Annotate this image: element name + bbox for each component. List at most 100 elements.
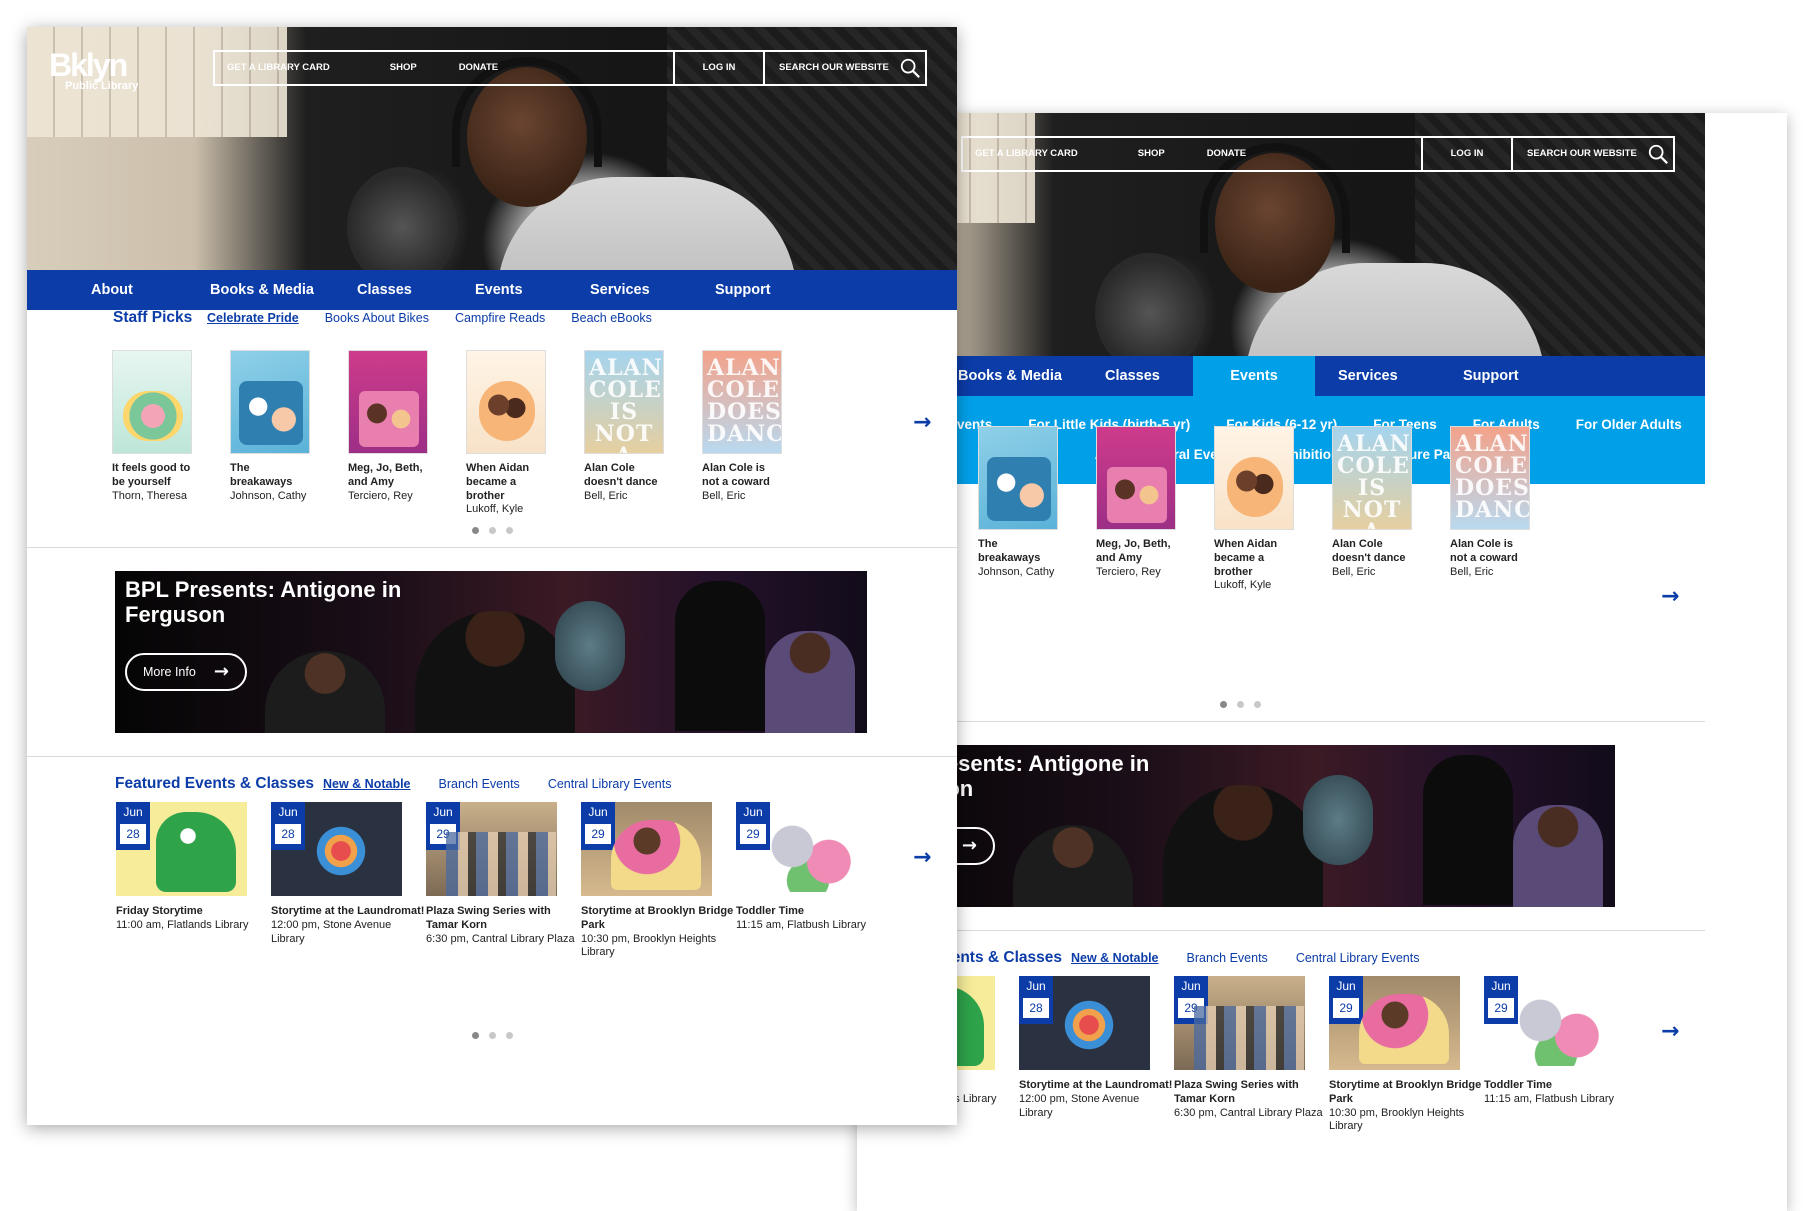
book-cover[interactable] bbox=[466, 350, 546, 454]
carousel-dot[interactable] bbox=[489, 1032, 496, 1039]
event-card[interactable]: Jun 29 Toddler Time 11:15 am, Flatbush Libr… bbox=[736, 802, 891, 960]
book-cover[interactable] bbox=[348, 350, 428, 454]
subnav-item[interactable]: For Older Adults bbox=[1576, 418, 1682, 432]
event-title[interactable]: Storytime at the Laundromat! bbox=[1019, 1079, 1174, 1093]
next-arrow-icon[interactable]: → bbox=[913, 847, 931, 869]
carousel-dot[interactable] bbox=[1254, 701, 1261, 708]
event-title[interactable]: Plaza Swing Series with Tamar Korn bbox=[1174, 1079, 1329, 1107]
book-cover[interactable] bbox=[112, 350, 192, 454]
next-arrow-icon[interactable]: → bbox=[1661, 1021, 1679, 1043]
event-title[interactable]: Friday Storytime bbox=[116, 905, 271, 919]
login-link[interactable]: LOG IN bbox=[1423, 138, 1513, 170]
event-card[interactable]: Jun 29 Storytime at Brooklyn Bridge Park 10… bbox=[581, 802, 736, 960]
nav-support[interactable]: Support bbox=[707, 270, 779, 310]
event-image[interactable]: Jun 29 bbox=[426, 802, 557, 896]
featured-tab[interactable]: New & Notable bbox=[1071, 952, 1159, 965]
carousel-dot[interactable] bbox=[1237, 701, 1244, 708]
carousel-dot[interactable] bbox=[506, 527, 513, 534]
book-item[interactable]: ALAN COLE IS NOT A COWARD Alan Cole doesn… bbox=[1332, 426, 1450, 593]
event-card[interactable]: Jun 28 Storytime at the Laundromat! 12:00 p… bbox=[271, 802, 426, 960]
book-item[interactable]: It feels good to be yourselfThorn, There… bbox=[112, 350, 230, 517]
featured-tab[interactable]: Branch Events bbox=[1187, 952, 1268, 965]
book-title[interactable]: Alan Cole is not a coward bbox=[1450, 538, 1530, 566]
book-cover[interactable] bbox=[230, 350, 310, 454]
book-title[interactable]: When Aidan became a brother bbox=[1214, 538, 1294, 579]
event-image[interactable]: Jun 29 bbox=[1174, 976, 1305, 1070]
book-title[interactable]: When Aidan became a brother bbox=[466, 462, 546, 503]
book-title[interactable]: Meg, Jo, Beth, and Amy bbox=[1096, 538, 1176, 566]
book-item[interactable]: ALAN COLE DOESN'T DANCE Alan Cole is not … bbox=[702, 350, 820, 517]
event-title[interactable]: Toddler Time bbox=[736, 905, 891, 919]
event-card[interactable]: Jun 29 Plaza Swing Series with Tamar Korn 6… bbox=[1174, 976, 1329, 1134]
book-cover[interactable] bbox=[1096, 426, 1176, 530]
event-card[interactable]: Jun 28 Storytime at the Laundromat! 12:00 p… bbox=[1019, 976, 1174, 1134]
book-cover[interactable]: ALAN COLE IS NOT A COWARD bbox=[584, 350, 664, 454]
event-image[interactable]: Jun 29 bbox=[1484, 976, 1615, 1070]
staff-picks-tab[interactable]: Campfire Reads bbox=[455, 312, 545, 325]
staff-picks-tab[interactable]: Books About Bikes bbox=[325, 312, 429, 325]
nav-services[interactable]: Services bbox=[582, 270, 658, 310]
book-item[interactable]: When Aidan became a brother Lukoff, Kyle bbox=[466, 350, 584, 517]
carousel-dot[interactable] bbox=[472, 527, 479, 534]
book-title[interactable]: Meg, Jo, Beth, and Amy bbox=[348, 462, 428, 490]
book-title[interactable]: It feels good to be yourself bbox=[112, 462, 192, 490]
search-button[interactable]: SEARCH OUR WEBSITE bbox=[765, 52, 925, 84]
carousel-dot[interactable] bbox=[489, 527, 496, 534]
nav-services[interactable]: Services bbox=[1330, 356, 1406, 396]
event-title[interactable]: Plaza Swing Series with Tamar Korn bbox=[426, 905, 581, 933]
event-card[interactable]: Jun 29 Storytime at Brooklyn Bridge Park 10… bbox=[1329, 976, 1484, 1134]
book-item[interactable]: Meg, Jo, Beth, and Amy Terciero, Rey bbox=[1096, 426, 1214, 593]
event-card[interactable]: Jun 28 Friday Storytime11:00 am, Flatlands… bbox=[116, 802, 271, 960]
carousel-dot[interactable] bbox=[472, 1032, 479, 1039]
book-item[interactable]: ALAN COLE DOESN'T DANCE Alan Cole is not … bbox=[1450, 426, 1568, 593]
logo[interactable]: Bklyn Public Library bbox=[49, 49, 138, 92]
book-title[interactable]: Alan Cole is not a coward bbox=[702, 462, 782, 490]
next-arrow-icon[interactable]: → bbox=[913, 412, 931, 434]
book-cover[interactable]: ALAN COLE DOESN'T DANCE bbox=[702, 350, 782, 454]
event-image[interactable]: Jun 28 bbox=[271, 802, 402, 896]
book-title[interactable]: Alan Cole doesn't dance bbox=[584, 462, 664, 490]
featured-tab[interactable]: Branch Events bbox=[439, 778, 520, 791]
event-image[interactable]: Jun 28 bbox=[1019, 976, 1150, 1070]
event-card[interactable]: Jun 29 Plaza Swing Series with Tamar Korn 6… bbox=[426, 802, 581, 960]
book-cover[interactable] bbox=[978, 426, 1058, 530]
promo-banner[interactable]: BPL Presents: Antigone in FergusonMore I… bbox=[863, 745, 1615, 907]
get-library-card-link[interactable]: GET A LIBRARY CARD bbox=[963, 138, 1078, 170]
book-item[interactable]: The breakaways Johnson, Cathy bbox=[978, 426, 1096, 593]
book-cover[interactable] bbox=[1214, 426, 1294, 530]
nav-books-media[interactable]: Books & Media bbox=[202, 270, 322, 310]
login-link[interactable]: LOG IN bbox=[675, 52, 765, 84]
book-item[interactable]: ALAN COLE IS NOT A COWARD Alan Cole doesn… bbox=[584, 350, 702, 517]
next-arrow-icon[interactable]: → bbox=[1661, 586, 1679, 608]
nav-events[interactable]: Events bbox=[467, 270, 531, 310]
book-cover[interactable]: ALAN COLE DOESN'T DANCE bbox=[1450, 426, 1530, 530]
featured-tab[interactable]: Central Library Events bbox=[1296, 952, 1420, 965]
book-item[interactable]: When Aidan became a brother Lukoff, Kyle bbox=[1214, 426, 1332, 593]
book-item[interactable]: The breakaways Johnson, Cathy bbox=[230, 350, 348, 517]
donate-link[interactable]: DONATE bbox=[1195, 138, 1246, 170]
event-image[interactable]: Jun 29 bbox=[736, 802, 867, 896]
nav-classes[interactable]: Classes bbox=[349, 270, 420, 310]
promo-banner[interactable]: BPL Presents: Antigone in FergusonMore I… bbox=[115, 571, 867, 733]
event-title[interactable]: Storytime at the Laundromat! bbox=[271, 905, 426, 919]
search-button[interactable]: SEARCH OUR WEBSITE bbox=[1513, 138, 1673, 170]
event-card[interactable]: Jun 29 Toddler Time 11:15 am, Flatbush Libr… bbox=[1484, 976, 1639, 1134]
more-info-button[interactable]: More Info → bbox=[125, 653, 247, 691]
nav-support[interactable]: Support bbox=[1455, 356, 1527, 396]
event-title[interactable]: Storytime at Brooklyn Bridge Park bbox=[581, 905, 736, 933]
book-item[interactable]: Meg, Jo, Beth, and Amy Terciero, Rey bbox=[348, 350, 466, 517]
book-title[interactable]: The breakaways bbox=[978, 538, 1058, 566]
book-cover[interactable]: ALAN COLE IS NOT A COWARD bbox=[1332, 426, 1412, 530]
event-image[interactable]: Jun 29 bbox=[1329, 976, 1460, 1070]
featured-tab[interactable]: Central Library Events bbox=[548, 778, 672, 791]
staff-picks-tab[interactable]: Beach eBooks bbox=[571, 312, 652, 325]
carousel-dot[interactable] bbox=[1220, 701, 1227, 708]
get-library-card-link[interactable]: GET A LIBRARY CARD bbox=[215, 52, 330, 84]
nav-about[interactable]: About bbox=[83, 270, 141, 310]
event-title[interactable]: Toddler Time bbox=[1484, 1079, 1639, 1093]
nav-books-media[interactable]: Books & Media bbox=[950, 356, 1070, 396]
staff-picks-tab[interactable]: Celebrate Pride bbox=[207, 312, 299, 325]
featured-tab[interactable]: New & Notable bbox=[323, 778, 411, 791]
nav-classes[interactable]: Classes bbox=[1097, 356, 1168, 396]
event-image[interactable]: Jun 28 bbox=[116, 802, 247, 896]
